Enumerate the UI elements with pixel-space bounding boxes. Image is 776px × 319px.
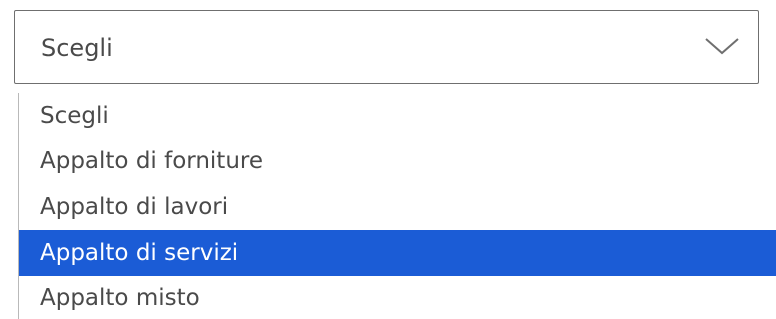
option-appalto-misto[interactable]: Appalto misto (19, 275, 776, 319)
option-appalto-di-lavori[interactable]: Appalto di lavori (19, 184, 776, 230)
contract-type-select[interactable]: Scegli (14, 10, 759, 84)
select-value: Scegli (41, 34, 113, 62)
option-appalto-di-forniture[interactable]: Appalto di forniture (19, 138, 776, 184)
option-appalto-di-servizi[interactable]: Appalto di servizi (19, 230, 776, 276)
option-scegli[interactable]: Scegli (19, 93, 776, 139)
select-dropdown-list[interactable]: Scegli Appalto di forniture Appalto di l… (18, 93, 776, 319)
chevron-down-icon[interactable] (704, 35, 740, 57)
